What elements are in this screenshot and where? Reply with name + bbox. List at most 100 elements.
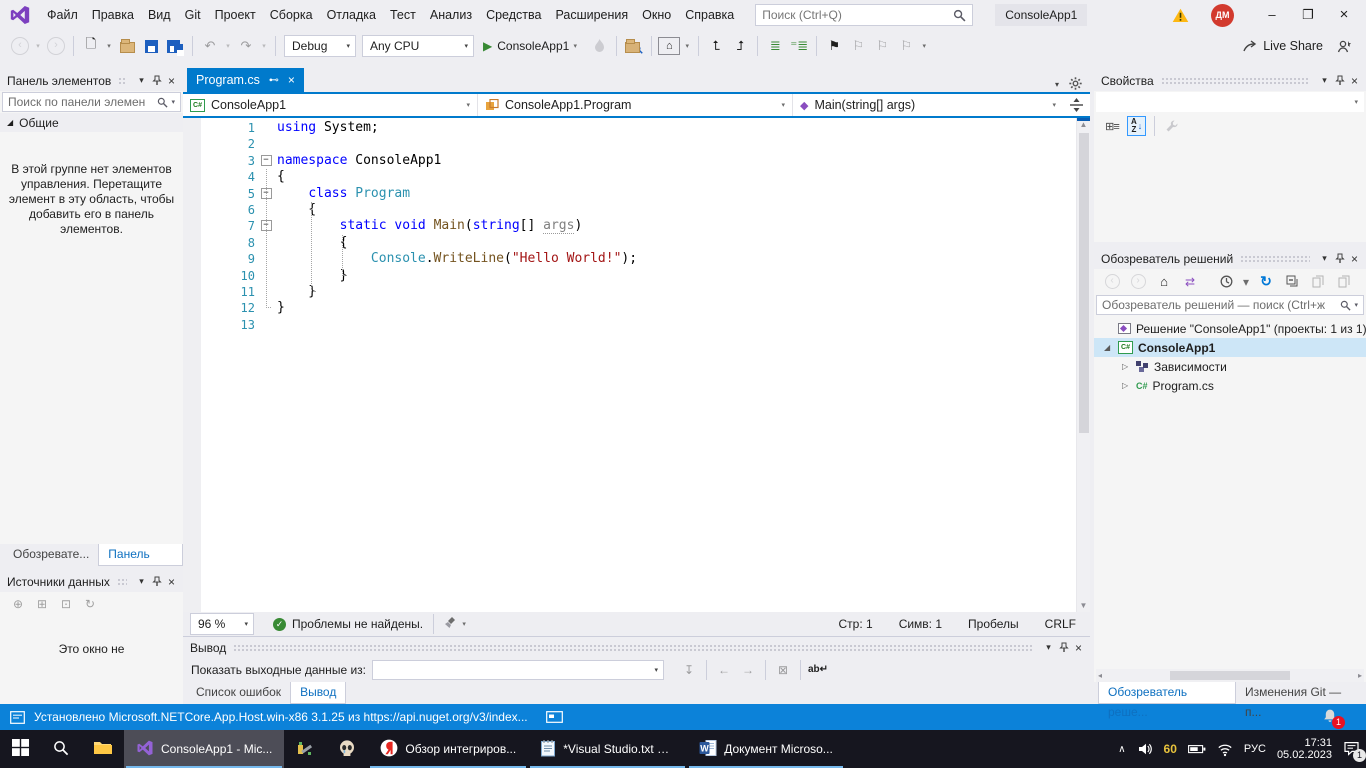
menu-Вид[interactable]: Вид: [141, 0, 178, 30]
user-avatar[interactable]: ДМ: [1211, 4, 1234, 27]
show-all-files-icon[interactable]: [1307, 270, 1329, 294]
word-wrap-icon[interactable]: ab↵: [807, 658, 829, 682]
start-debugging-button[interactable]: ▶ ConsoleApp1 ▾: [483, 34, 581, 58]
menu-Анализ[interactable]: Анализ: [423, 0, 479, 30]
menu-Правка[interactable]: Правка: [85, 0, 141, 30]
left-dock-tab[interactable]: Панель эле...: [98, 544, 183, 566]
collapse-all-icon[interactable]: [1281, 270, 1303, 294]
window-position-dropdown-icon[interactable]: ▾: [1317, 253, 1332, 264]
search-options-dropdown-icon[interactable]: ▾: [1354, 301, 1358, 309]
tree-item[interactable]: ▷C#Program.cs: [1094, 376, 1366, 395]
status-message[interactable]: Установлено Microsoft.NETCore.App.Host.w…: [34, 710, 528, 724]
tab-list-dropdown-icon[interactable]: ▾: [1055, 80, 1059, 89]
switch-views-icon[interactable]: ⇄: [1179, 270, 1201, 294]
output-header[interactable]: Вывод ▾ ×: [183, 637, 1090, 658]
scrollbar-thumb[interactable]: [1170, 671, 1290, 680]
alphabetical-sort-icon[interactable]: AZ↓: [1127, 116, 1146, 136]
type-dropdown[interactable]: ConsoleApp1.Program ▾: [478, 94, 793, 116]
tabstrip-settings-gear-icon[interactable]: [1069, 77, 1082, 92]
copy-icon[interactable]: [1333, 270, 1355, 294]
close-icon[interactable]: ×: [1071, 641, 1086, 655]
scroll-down-arrow[interactable]: ▼: [1077, 601, 1090, 610]
toolbox-group-general[interactable]: ◢ Общие: [0, 113, 183, 132]
taskbar-start-button[interactable]: [0, 730, 41, 768]
panel-grip[interactable]: [118, 77, 127, 84]
undo-dropdown[interactable]: ▾: [223, 34, 233, 58]
navigate-back-dropdown[interactable]: ▾: [33, 34, 43, 58]
configuration-combobox[interactable]: Debug▾: [284, 35, 356, 57]
refresh-icon[interactable]: ↻: [79, 592, 101, 616]
properties-header[interactable]: Свойства ▾ ×: [1094, 70, 1366, 91]
horizontal-scrollbar[interactable]: ◂ ▸: [1096, 669, 1364, 682]
panel-grip[interactable]: [117, 578, 127, 585]
filter-dropdown-icon[interactable]: ▾: [1241, 270, 1251, 294]
document-tab-program-cs[interactable]: Program.cs ⊷ ×: [187, 68, 304, 92]
navigate-back-button[interactable]: ‹: [9, 34, 31, 58]
panel-grip[interactable]: [1240, 255, 1310, 262]
home-icon[interactable]: ⌂: [1153, 270, 1175, 294]
split-window-button[interactable]: [1063, 94, 1090, 116]
sync-with-active-document-button[interactable]: ⮤: [705, 34, 727, 58]
scroll-right-arrow[interactable]: ▸: [1358, 671, 1362, 680]
menu-Окно[interactable]: Окно: [635, 0, 678, 30]
undo-button[interactable]: ↶: [199, 34, 221, 58]
redo-dropdown[interactable]: ▾: [259, 34, 269, 58]
code-cleanup-broom-icon[interactable]: [444, 616, 458, 632]
taskbar-skull-button[interactable]: [326, 730, 368, 768]
previous-message-icon[interactable]: ←: [713, 658, 735, 682]
language-indicator[interactable]: РУС: [1244, 743, 1266, 755]
minimize-button[interactable]: –: [1254, 0, 1290, 30]
maximize-button[interactable]: ❐: [1290, 0, 1326, 30]
menu-Тест[interactable]: Тест: [383, 0, 423, 30]
navigate-symbol-button[interactable]: ⮥: [729, 34, 751, 58]
decrease-indent-icon[interactable]: ≣: [764, 34, 786, 58]
line-indicator[interactable]: Стр: 1: [839, 617, 873, 631]
tree-item[interactable]: ▷Зависимости: [1094, 357, 1366, 376]
property-pages-wrench-icon[interactable]: [1161, 114, 1183, 138]
menu-Git[interactable]: Git: [178, 0, 208, 30]
close-tab-icon[interactable]: ×: [288, 73, 295, 87]
toolbox-search-box[interactable]: Поиск по панели элемен ▾: [2, 92, 181, 112]
menu-Отладка[interactable]: Отладка: [320, 0, 383, 30]
tree-item[interactable]: ◢C#ConsoleApp1: [1094, 338, 1366, 357]
window-position-dropdown-icon[interactable]: ▾: [1041, 642, 1056, 653]
close-icon[interactable]: ×: [1347, 252, 1362, 266]
clock[interactable]: 17:31 05.02.2023: [1277, 737, 1332, 761]
scroll-left-arrow[interactable]: ◂: [1098, 671, 1102, 680]
toolbox-header[interactable]: Панель элементов ▾ ×: [0, 70, 183, 91]
show-hidden-icons-chevron[interactable]: ∧: [1118, 744, 1125, 755]
solution-explorer-header[interactable]: Обозреватель решений ▾ ×: [1094, 248, 1366, 269]
start-dropdown[interactable]: ▾: [570, 34, 580, 58]
fold-toggle-icon[interactable]: −: [261, 155, 272, 166]
window-position-dropdown-icon[interactable]: ▾: [134, 75, 149, 86]
pin-tab-icon[interactable]: ⊷: [269, 75, 279, 86]
pin-icon[interactable]: [1332, 253, 1347, 264]
vertical-scrollbar[interactable]: ▲ ▼: [1076, 118, 1090, 612]
clear-bookmarks-button[interactable]: ⚐: [895, 34, 917, 58]
forward-icon[interactable]: ›: [1127, 270, 1149, 294]
menu-Файл[interactable]: Файл: [40, 0, 85, 30]
menu-Средства[interactable]: Средства: [479, 0, 548, 30]
output-source-combobox[interactable]: ▾: [372, 660, 664, 680]
save-button[interactable]: [140, 34, 162, 58]
solution-explorer-home-dropdown[interactable]: ▾: [682, 34, 692, 58]
expander-icon[interactable]: ◢: [1104, 343, 1118, 352]
taskbar-tools-button[interactable]: [284, 730, 326, 768]
code-editor[interactable]: 1using System;23−namespace ConsoleApp14{…: [183, 118, 1090, 612]
window-position-dropdown-icon[interactable]: ▾: [1317, 75, 1332, 86]
battery-percentage[interactable]: 60: [1164, 742, 1177, 756]
solution-explorer-search-box[interactable]: Обозреватель решений — поиск (Ctrl+ж ▾: [1096, 295, 1364, 315]
redo-button[interactable]: ↷: [235, 34, 257, 58]
search-options-dropdown-icon[interactable]: ▾: [171, 98, 175, 106]
member-dropdown[interactable]: ◆ Main(string[] args) ▾: [793, 94, 1063, 116]
new-project-button[interactable]: 🗋: [80, 34, 102, 58]
close-button[interactable]: ×: [1326, 0, 1362, 30]
menu-Сборка[interactable]: Сборка: [263, 0, 320, 30]
menu-Проект[interactable]: Проект: [208, 0, 263, 30]
back-icon[interactable]: ‹: [1101, 270, 1123, 294]
pin-icon[interactable]: [1056, 642, 1071, 653]
properties-object-combobox[interactable]: ▾: [1096, 92, 1364, 112]
left-dock-tab[interactable]: Обозревате...: [4, 544, 98, 566]
wifi-icon[interactable]: [1217, 742, 1233, 757]
taskbar-search-button[interactable]: [41, 730, 81, 768]
